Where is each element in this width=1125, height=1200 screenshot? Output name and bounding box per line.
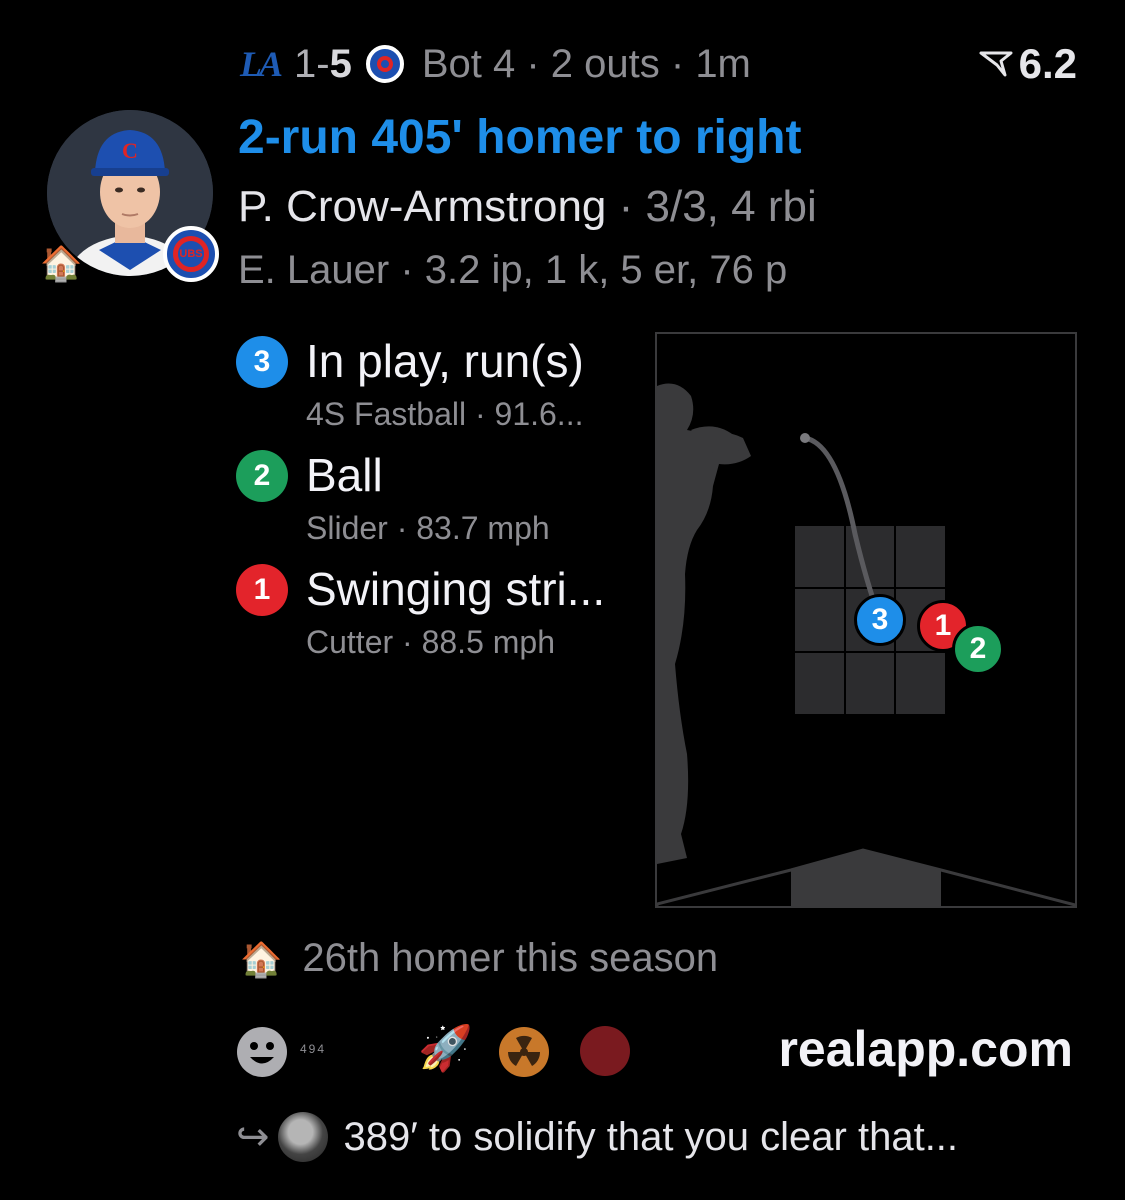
pitch-marker-3[interactable]: 3 xyxy=(854,594,906,646)
rocket-icon[interactable]: 🚀 xyxy=(418,1022,473,1074)
play-rating[interactable]: 6.2 xyxy=(979,38,1077,90)
svg-text:C: C xyxy=(122,138,138,163)
play-title[interactable]: 2-run 405' homer to right xyxy=(238,110,801,165)
reaction-smiley[interactable] xyxy=(236,1026,288,1083)
outs-text: 2 outs xyxy=(550,41,660,86)
dodgers-logo-icon: LA xyxy=(240,44,283,84)
radioactive-icon xyxy=(499,1027,549,1077)
rating-value: 6.2 xyxy=(1018,40,1077,87)
time-ago: 1m xyxy=(695,41,751,86)
cubs-logo-icon xyxy=(365,45,404,83)
milestone-note: 🏠 26th homer this season xyxy=(240,936,719,980)
pitch-result: In play, run(s) xyxy=(306,335,584,387)
strike-zone-panel[interactable]: 3 1 2 xyxy=(655,332,1077,908)
pitcher-line[interactable]: E. Lauer · 3.2 ip, 1 k, 5 er, 76 p xyxy=(238,248,787,293)
pitch-number-badge: 2 xyxy=(236,450,288,502)
pitch-result: Ball xyxy=(306,449,383,501)
game-status-line: LA 1-5 Bot 4 · 2 outs · 1m xyxy=(240,41,751,86)
reaction-radioactive[interactable] xyxy=(498,1026,550,1083)
cubs-logo-icon: UBS xyxy=(163,226,219,282)
batter-line[interactable]: P. Crow-Armstrong · 3/3, 4 rbi xyxy=(238,182,817,232)
game-score: 1-5 xyxy=(294,41,352,86)
smiley-icon xyxy=(237,1027,287,1077)
replier-avatar xyxy=(277,1112,328,1162)
pitch-number-badge: 3 xyxy=(236,336,288,388)
batter-stats: · 3/3, 4 rbi xyxy=(618,182,817,231)
house-icon: 🏠 xyxy=(40,245,83,283)
rating-flag-icon xyxy=(979,51,1013,77)
reaction-red-dot[interactable] xyxy=(580,1026,630,1076)
pitch-detail: Slider · 83.7 mph xyxy=(306,510,550,546)
reply-arrow-icon: ↪ xyxy=(236,1115,270,1159)
pitch-number-badge: 1 xyxy=(236,564,288,616)
app-domain[interactable]: realapp.com xyxy=(778,1020,1073,1078)
pitch-detail: 4S Fastball · 91.6... xyxy=(306,396,584,432)
batter-name: P. Crow-Armstrong xyxy=(238,182,607,231)
reply-preview[interactable]: ↪ 389′ to solidify that you clear that..… xyxy=(236,1112,958,1162)
inning-text: Bot 4 xyxy=(421,41,516,86)
pitch-marker-2[interactable]: 2 xyxy=(952,623,1004,675)
reply-text: 389′ to solidify that you clear that... xyxy=(343,1114,959,1159)
batter-silhouette xyxy=(657,383,751,864)
pitch-detail: Cutter · 88.5 mph xyxy=(306,624,555,660)
pitch-result: Swinging stri... xyxy=(306,563,606,615)
house-icon: 🏠 xyxy=(240,941,283,979)
reaction-count: 494 xyxy=(300,1042,327,1056)
